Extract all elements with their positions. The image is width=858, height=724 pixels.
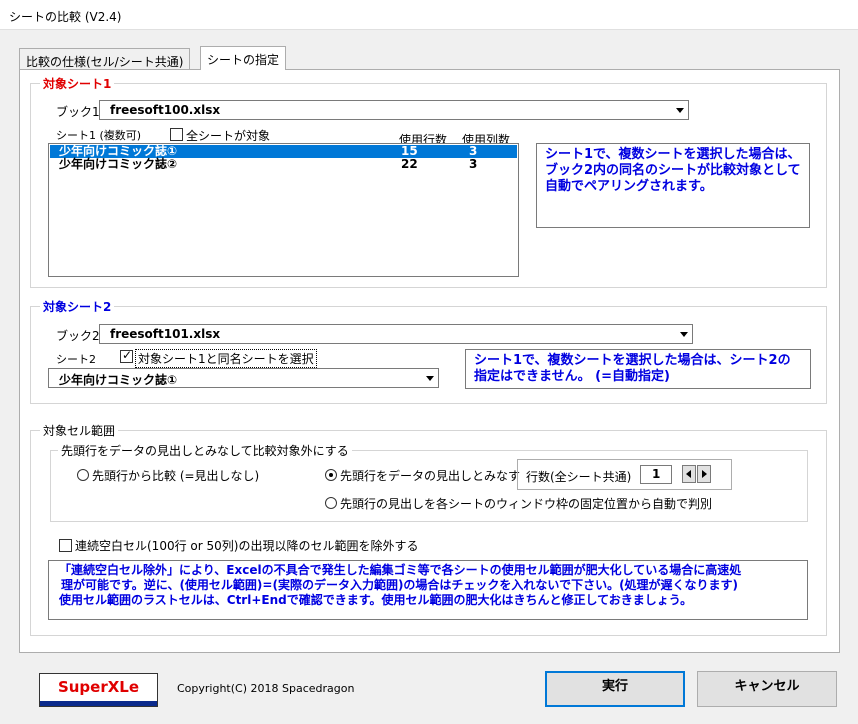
radio-compare-from-first-label: 先頭行から比較 (=見出しなし)	[92, 469, 260, 483]
cellrange-info-box: 「連続空白セル除外」により、Excelの不具合で発生した編集ゴミ等で各シートの使…	[48, 560, 808, 620]
radio-first-row-header[interactable]	[325, 469, 337, 481]
all-sheets-label: 全シートが対象	[186, 129, 271, 143]
sheet1-list-label: シート1 (複数可)	[56, 129, 142, 142]
radio-compare-from-first[interactable]	[77, 469, 89, 481]
sheet1-listbox[interactable]: 少年向けコミック誌① 15 3 少年向けコミック誌② 22 3	[48, 143, 519, 277]
rowcount-label: 行数(全シート共通)	[526, 470, 632, 484]
sheet2-legend: 対象シート2	[40, 298, 115, 315]
book1-select[interactable]: freesoft100.xlsx	[99, 100, 689, 120]
same-name-label: 対象シート1と同名シートを選択	[135, 349, 317, 368]
used-rows: 22	[401, 157, 418, 171]
rowcount-value: 1	[652, 467, 661, 481]
window-title: シートの比較 (V2.4)	[9, 10, 122, 24]
chevron-down-icon[interactable]	[674, 103, 686, 117]
cellrange-legend: 対象セル範囲	[40, 422, 119, 439]
chevron-down-icon[interactable]	[424, 371, 436, 385]
same-name-checkbox[interactable]	[120, 348, 133, 363]
list-item[interactable]: 少年向けコミック誌② 22 3	[50, 158, 517, 171]
tab-label: シートの指定	[207, 53, 280, 67]
rowcount-input[interactable]: 1	[640, 465, 672, 484]
sheet2-value: 少年向けコミック誌①	[59, 373, 178, 387]
book2-value: freesoft101.xlsx	[110, 327, 221, 341]
tab-sheet-selection[interactable]: シートの指定	[200, 46, 287, 70]
spin-right-icon[interactable]	[697, 465, 711, 483]
sheet2-info-box: シート1で、複数シートを選択した場合は、シート2の指定はできません。 (=自動指…	[465, 349, 811, 389]
info-line: 「連続空白セル除外」により、Excelの不具合で発生した編集ゴミ等で各シートの使…	[59, 563, 742, 577]
exclude-blank-label: 連続空白セル(100行 or 50列)の出現以降のセル範囲を除外する	[75, 539, 419, 553]
used-cols: 3	[469, 157, 478, 171]
tab-comparison-spec[interactable]: 比較の仕様(セル/シート共通)	[19, 48, 191, 70]
copyright: Copyright(C) 2018 Spacedragon	[177, 682, 355, 695]
radio-auto-freeze-label: 先頭行の見出しを各シートのウィンドウ枠の固定位置から自動で判別	[340, 497, 713, 511]
info-line: 使用セル範囲のラストセルは、Ctrl+Endで確認できます。使用セル範囲の肥大化…	[59, 593, 693, 607]
cancel-button[interactable]: キャンセル	[697, 671, 837, 707]
run-button[interactable]: 実行	[545, 671, 685, 707]
book1-value: freesoft100.xlsx	[110, 103, 221, 117]
sheet2-select[interactable]: 少年向けコミック誌①	[48, 368, 439, 388]
sheet1-info-box: シート1で、複数シートを選択した場合は、ブック2内の同名のシートが比較対象として…	[536, 143, 810, 228]
book1-label: ブック1	[56, 105, 100, 119]
exclude-blank-checkbox[interactable]	[59, 539, 72, 552]
all-sheets-checkbox[interactable]	[170, 128, 183, 141]
tab-label: 比較の仕様(セル/シート共通)	[26, 55, 184, 69]
sheet-name: 少年向けコミック誌②	[59, 157, 178, 171]
radio-auto-freeze[interactable]	[325, 497, 337, 509]
spin-left-icon[interactable]	[682, 465, 696, 483]
radio-first-row-header-label: 先頭行をデータの見出しとみなす	[340, 469, 521, 483]
sheet2-label: シート2	[56, 353, 96, 366]
book2-select[interactable]: freesoft101.xlsx	[99, 324, 693, 344]
logo-text: SuperXLe	[57, 678, 140, 696]
title-bar: シートの比較 (V2.4)	[0, 0, 858, 30]
sheet1-legend: 対象シート1	[40, 75, 115, 92]
info-line: 理が可能です。逆に、(使用セル範囲)=(実際のデータ入力範囲)の場合はチェックを…	[61, 578, 739, 592]
header-row-legend: 先頭行をデータの見出しとみなして比較対象外にする	[58, 442, 352, 459]
chevron-down-icon[interactable]	[678, 327, 690, 341]
logo-bar	[40, 701, 157, 706]
book2-label: ブック2	[56, 329, 100, 343]
superxle-logo: SuperXLe	[39, 673, 158, 707]
